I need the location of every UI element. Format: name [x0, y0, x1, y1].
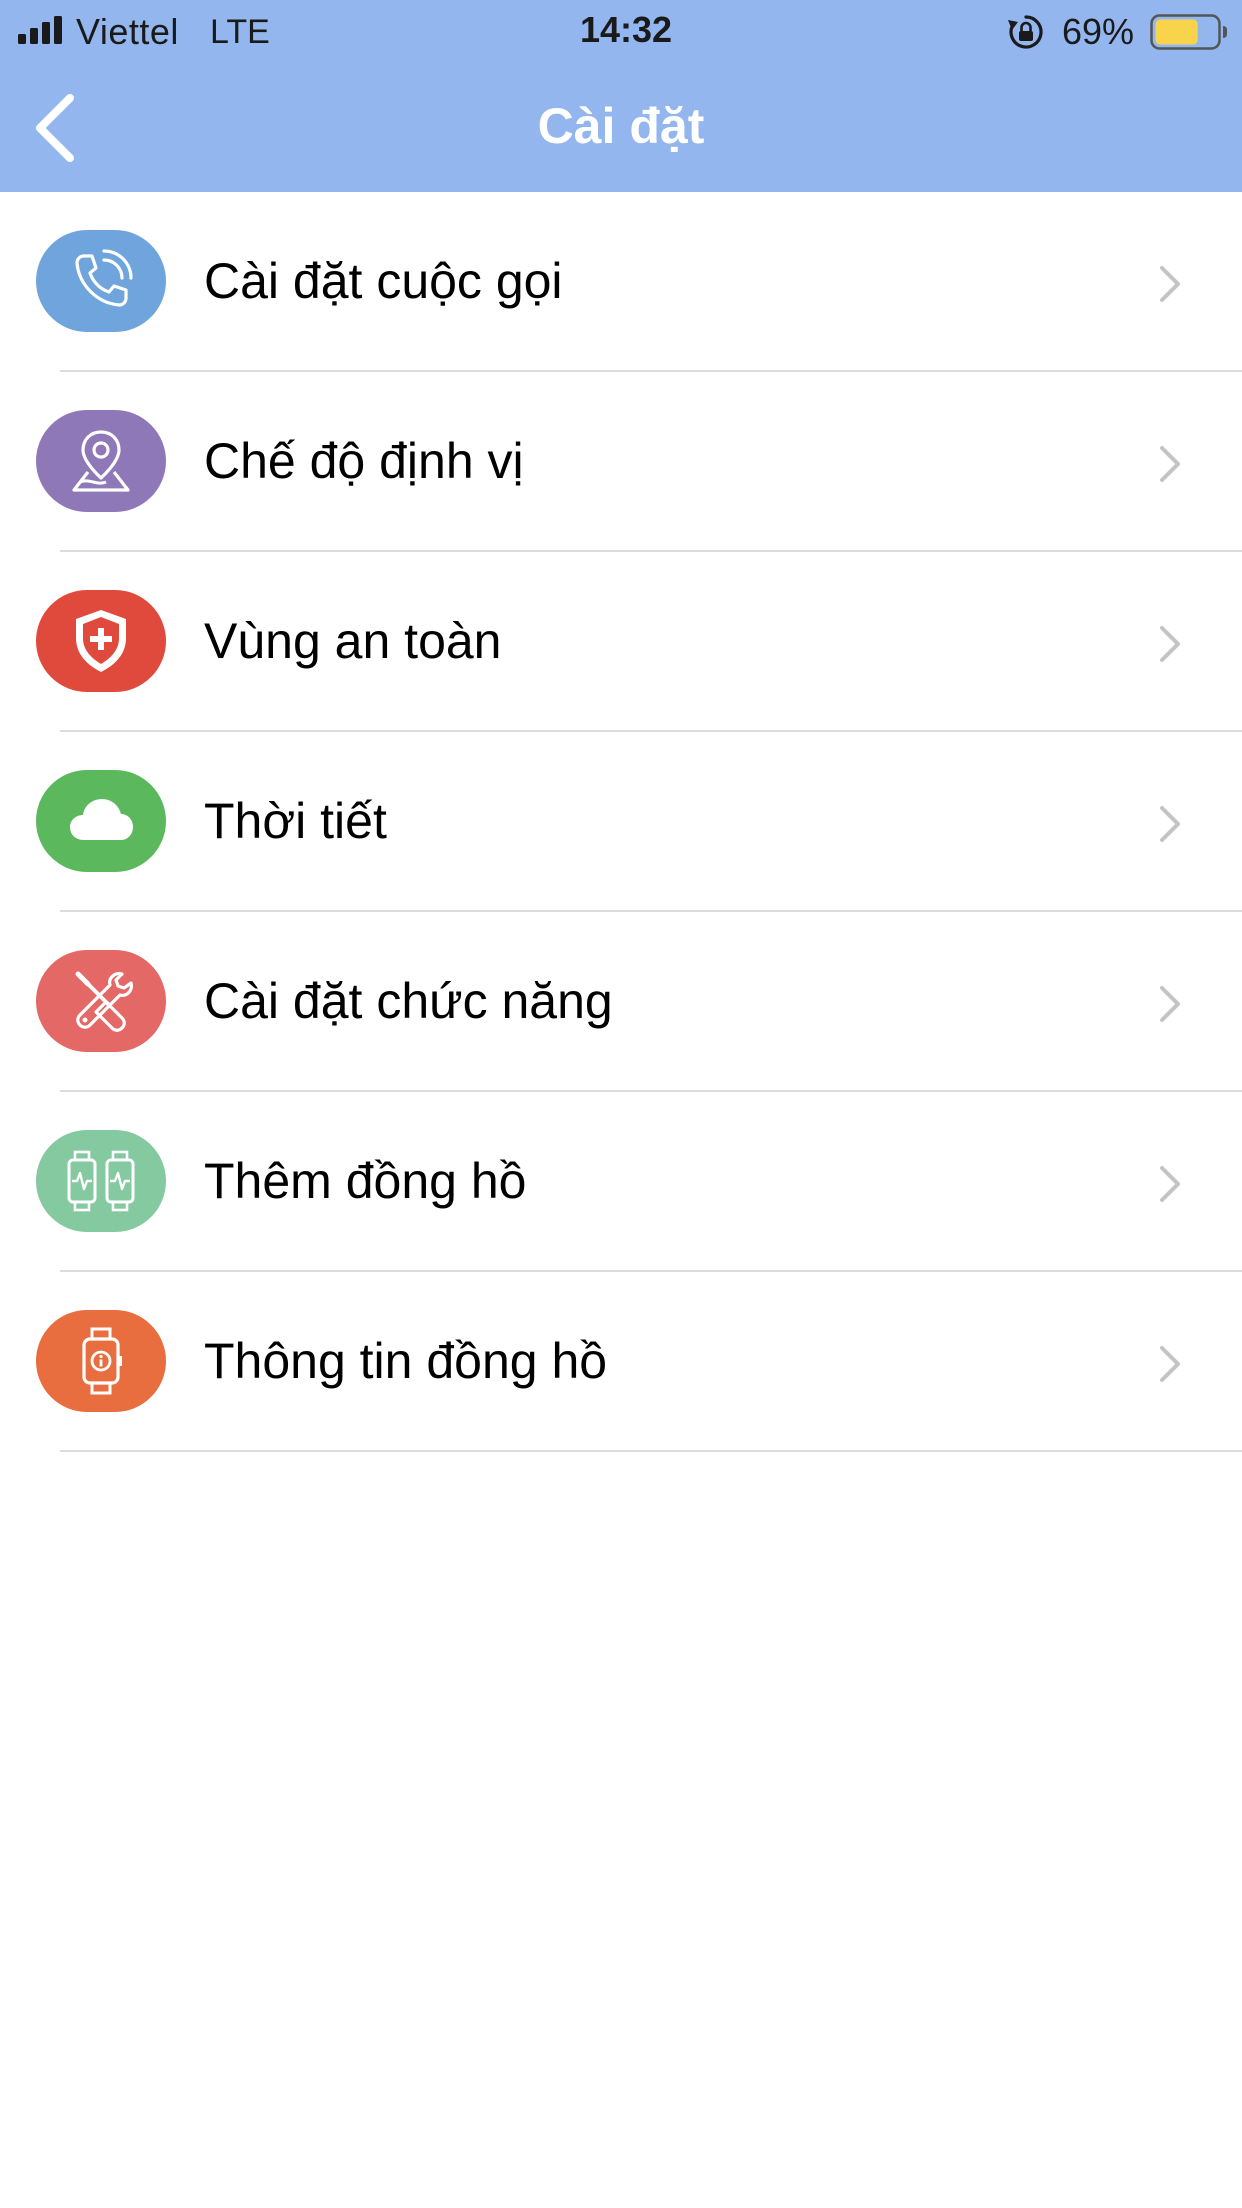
back-button[interactable] [20, 86, 100, 170]
page-title: Cài đặt [537, 98, 705, 154]
chevron-left-icon [36, 94, 74, 162]
chevron-right-icon [1160, 446, 1180, 482]
chevron-right-icon [1160, 1346, 1180, 1382]
status-bar: Viettel LTE 14:32 69% [0, 0, 1242, 64]
chevron-right-icon [1160, 806, 1180, 842]
menu-item-call-settings[interactable]: Cài đặt cuộc gọi [0, 192, 1242, 372]
header: Viettel LTE 14:32 69% Cài đặt [0, 0, 1242, 192]
cloud-icon [70, 799, 133, 840]
settings-menu: Cài đặt cuộc gọi Chế độ định vị Vùng an … [0, 192, 1242, 1452]
chevron-right-icon [1160, 266, 1180, 302]
divider [60, 1450, 1242, 1452]
chevron-right-icon [1160, 626, 1180, 662]
tools-icon [75, 971, 133, 1032]
nav-bar: Cài đặt [0, 64, 1242, 192]
phone-icon [75, 249, 133, 307]
menu-item-label: Cài đặt chức năng [204, 973, 613, 1029]
menu-item-weather[interactable]: Thời tiết [0, 732, 1242, 912]
battery-percent: 69% [1062, 11, 1135, 52]
menu-item-label: Chế độ định vị [204, 433, 524, 489]
watch-info-icon [82, 1327, 122, 1395]
battery-icon [1150, 14, 1227, 50]
menu-item-label: Thời tiết [204, 793, 387, 849]
menu-item-safe-zone[interactable]: Vùng an toàn [0, 552, 1242, 732]
icon-badge [36, 230, 166, 332]
chevron-right-icon [1160, 986, 1180, 1022]
menu-item-label: Vùng an toàn [204, 613, 502, 669]
add-watch-icon [67, 1150, 135, 1212]
menu-item-add-watch[interactable]: Thêm đồng hồ [0, 1092, 1242, 1272]
menu-item-label: Thêm đồng hồ [204, 1153, 527, 1209]
icon-badge [36, 950, 166, 1052]
icon-badge [36, 410, 166, 512]
icon-badge [36, 590, 166, 692]
location-pin-icon [72, 430, 130, 492]
menu-item-positioning-mode[interactable]: Chế độ định vị [0, 372, 1242, 552]
menu-item-label: Thông tin đồng hồ [204, 1333, 608, 1389]
chevron-right-icon [1160, 1166, 1180, 1202]
shield-icon [76, 610, 126, 672]
menu-item-label: Cài đặt cuộc gọi [204, 253, 563, 309]
clock: 14:32 [579, 9, 673, 50]
menu-item-watch-info[interactable]: Thông tin đồng hồ [0, 1272, 1242, 1452]
rotation-lock-icon [1008, 15, 1043, 49]
icon-badge [36, 1310, 166, 1412]
menu-item-function-settings[interactable]: Cài đặt chức năng [0, 912, 1242, 1092]
icon-badge [36, 1130, 166, 1232]
icon-badge [36, 770, 166, 872]
